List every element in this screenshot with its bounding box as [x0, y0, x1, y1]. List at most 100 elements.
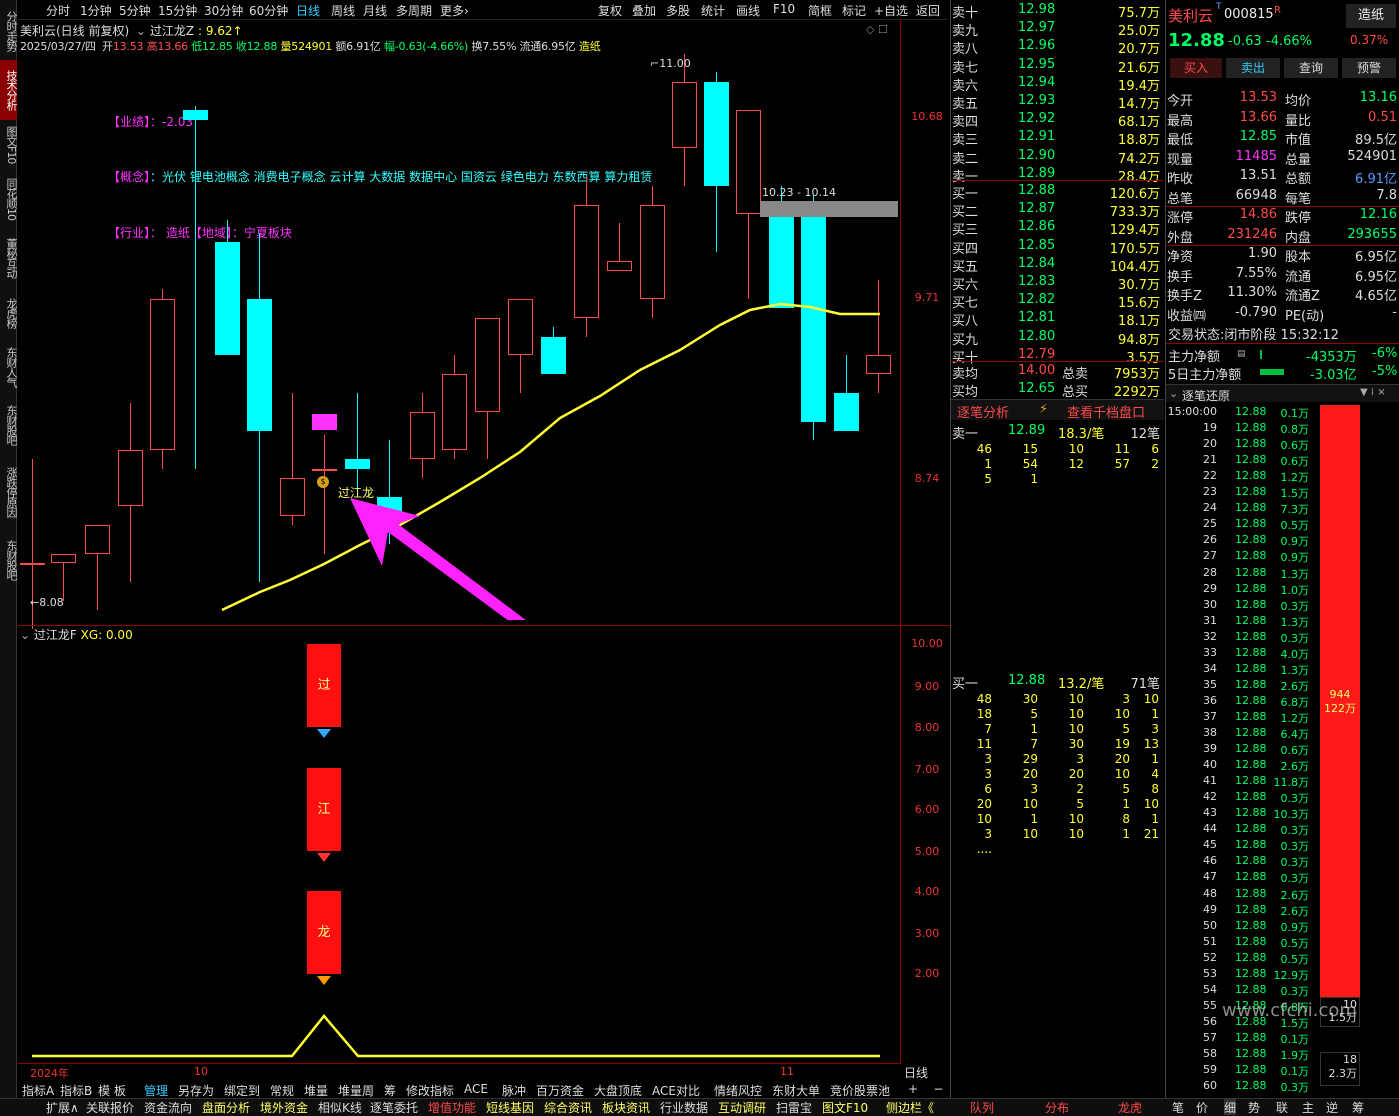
quote-label: 现量 — [1167, 152, 1194, 168]
tick-volume: 0.3万 — [1280, 856, 1310, 870]
bottom-tab2-2[interactable]: 资金流向 — [144, 1099, 192, 1115]
sector-button[interactable]: 造纸 — [1346, 4, 1396, 28]
tab-tick-analysis[interactable]: 逐笔分析 — [957, 402, 1009, 421]
detail-tab-6[interactable]: 逆 — [1326, 1099, 1338, 1115]
detail-tab-1[interactable]: 价 — [1196, 1099, 1208, 1115]
tick-price: 12.88 — [1235, 517, 1267, 531]
bottom-tab-14[interactable]: 大盘顶底 — [594, 1082, 642, 1098]
tick-price: 12.88 — [1235, 597, 1267, 611]
ob-volume: 74.2万 — [1118, 151, 1160, 167]
ob-volume: 68.1万 — [1118, 115, 1160, 131]
bottom-tab-18[interactable]: 竞价股票池 — [830, 1082, 890, 1098]
ob-price: 12.97 — [1018, 20, 1056, 36]
bottom-tab-8[interactable]: 堆量周 — [338, 1082, 374, 1098]
sell-button[interactable]: 卖出 — [1226, 58, 1280, 78]
bottom-tab2-11[interactable]: 行业数据 — [660, 1099, 708, 1115]
tick-volume: 1.2万 — [1280, 471, 1310, 485]
ob-price: 12.89 — [1018, 165, 1056, 181]
bottom-tab-6[interactable]: 常规 — [270, 1082, 294, 1098]
detail-tab-4[interactable]: 联 — [1276, 1099, 1288, 1115]
bottom-tab2-6[interactable]: 逐笔委托 — [370, 1099, 418, 1115]
bottom-tab2-10[interactable]: 板块资讯 — [602, 1099, 650, 1115]
quote-value-2: 6.95亿 — [1355, 269, 1397, 285]
bottom-tab2-8[interactable]: 短线基因 — [486, 1099, 534, 1115]
quote-value: 12.85 — [1239, 129, 1277, 144]
bottom-tab-17[interactable]: 东财大单 — [772, 1082, 820, 1098]
bottom-tab2-3[interactable]: 盘面分析 — [202, 1099, 250, 1115]
detail-tab-5[interactable]: 主 — [1302, 1099, 1314, 1115]
bottom-tab-15[interactable]: ACE对比 — [652, 1082, 700, 1098]
bottom-tab-4[interactable]: 另存为 — [178, 1082, 214, 1098]
queue-tab-2[interactable]: 龙虎 — [1118, 1099, 1142, 1115]
lower-axis-label: 5.00 — [914, 845, 940, 858]
bottom-tab2-9[interactable]: 综合资讯 — [544, 1099, 592, 1115]
bottom-tab2-13[interactable]: 扫雷宝 — [776, 1099, 812, 1115]
queue-tab-1[interactable]: 分布 — [1045, 1099, 1069, 1115]
bottom-tab-9[interactable]: 筹 — [384, 1082, 396, 1098]
tick-price: 12.88 — [1235, 902, 1267, 916]
ob-volume: 18.8万 — [1118, 133, 1160, 149]
stock-pct: -4.66% — [1266, 34, 1312, 49]
bottom-tab2-12[interactable]: 互动调研 — [718, 1099, 766, 1115]
detail-tab-0[interactable]: 笔 — [1172, 1099, 1184, 1115]
tick-time: 42 — [1203, 790, 1217, 804]
queue-cell: 2 — [1151, 457, 1159, 471]
ob-volume: 170.5万 — [1109, 241, 1160, 257]
bottom-tab2-14[interactable]: 图文F10 — [822, 1099, 868, 1115]
bottom-tab-13[interactable]: 百万资金 — [536, 1082, 584, 1098]
tick-row: 22 12.88 1.2万 — [1167, 468, 1319, 484]
queue-cell: 10 — [1022, 827, 1038, 841]
bottom-tab-11[interactable]: ACE — [464, 1082, 488, 1098]
buy-button[interactable]: 买入 — [1170, 58, 1222, 78]
tick-volume: 0.9万 — [1280, 551, 1310, 565]
quote-value-2: - — [1392, 304, 1397, 320]
bottom-tab2-0[interactable]: 扩展∧ — [46, 1099, 79, 1115]
bottom-tab-1[interactable]: 指标B — [60, 1082, 92, 1098]
queue-cell: 6 — [984, 782, 992, 796]
tick-collapse-icon[interactable]: ⌄ — [1169, 387, 1178, 400]
avg-row: 卖均 14.00 总卖 7953万 — [952, 362, 1164, 382]
detail-tab-7[interactable]: 筹 — [1352, 1099, 1364, 1115]
bottom-tab-7[interactable]: 堆量 — [304, 1082, 328, 1098]
bid-row: 买二 12.87 733.3万 — [952, 200, 1164, 220]
quote-label-2: 市值 — [1285, 133, 1312, 148]
lower-axis-line — [900, 626, 901, 1064]
queue-cell: 10 — [976, 812, 992, 826]
query-button[interactable]: 查询 — [1284, 58, 1338, 78]
bottom-tab2-15[interactable]: 侧边栏《 — [886, 1099, 934, 1115]
tick-time: 37 — [1203, 709, 1217, 723]
xaxis-period-button[interactable]: 日线 — [904, 1064, 928, 1081]
ob-label: 买六 — [952, 278, 979, 293]
bottom-tab-5[interactable]: 绑定到 — [224, 1082, 260, 1098]
bottom-tab2-7[interactable]: 增值功能 — [428, 1099, 476, 1115]
queue-tab-0[interactable]: 队列 — [970, 1099, 994, 1115]
bottom-tab-12[interactable]: 脉冲 — [502, 1082, 526, 1098]
queue-cell: 1 — [1122, 797, 1130, 811]
queue-cell: 10 — [1068, 827, 1084, 841]
flow-table-icon[interactable]: ▤ — [1237, 349, 1246, 359]
tick-price: 12.88 — [1235, 661, 1267, 675]
bottom-tab-10[interactable]: 修改指标 — [406, 1082, 454, 1098]
detail-tab-2[interactable]: 细 — [1224, 1099, 1237, 1115]
tick-filter-icons[interactable]: ▼ ⁞ ⨯ — [1360, 387, 1386, 398]
bottom-tab-3[interactable]: 管理 — [144, 1082, 168, 1098]
bottom-tab-2[interactable]: 模 板 — [98, 1082, 126, 1098]
ob-label: 卖四 — [952, 115, 979, 131]
tick-price: 12.88 — [1235, 918, 1267, 932]
alert-button[interactable]: 预警 — [1342, 58, 1396, 78]
tick-time: 23 — [1203, 485, 1217, 499]
lower-axis-label: 10.00 — [911, 637, 943, 650]
bottom-tab-16[interactable]: 情绪风控 — [714, 1082, 762, 1098]
bottom-tab2-5[interactable]: 相似K线 — [318, 1099, 362, 1115]
bottom-tab2-4[interactable]: 境外资金 — [260, 1099, 308, 1115]
tick-volume: 1.5万 — [1280, 487, 1310, 501]
tick-price: 12.88 — [1235, 1079, 1267, 1093]
detail-tab-3[interactable]: 势 — [1248, 1099, 1260, 1115]
tab-thousand-book[interactable]: 查看千档盘口 — [1067, 402, 1145, 421]
zoom-icons[interactable]: + − — [908, 1082, 943, 1096]
tick-time: 46 — [1203, 854, 1217, 868]
tick-row: 48 12.88 2.6万 — [1167, 886, 1319, 902]
quote-label-2: 股本 — [1285, 250, 1312, 265]
bottom-tab-0[interactable]: 指标A — [22, 1082, 54, 1098]
bottom-tab2-1[interactable]: 关联报价 — [86, 1099, 134, 1115]
